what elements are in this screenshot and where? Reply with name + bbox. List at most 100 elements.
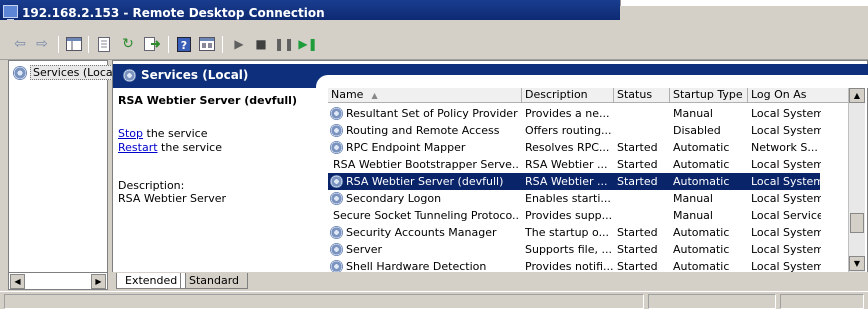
- service-name: Secondary Logon: [346, 192, 442, 205]
- service-description-cell: Provides supp...: [525, 209, 613, 222]
- scroll-down-icon[interactable]: ▼: [849, 256, 865, 271]
- title-bar-background: [620, 0, 868, 6]
- start-service-icon[interactable]: ▶: [229, 35, 249, 53]
- toolbar-separator: [222, 36, 223, 53]
- service-gear-icon: [330, 243, 343, 256]
- service-name-cell: Security Accounts Manager: [330, 224, 520, 241]
- description-text: RSA Webtier Server: [118, 192, 227, 205]
- service-status-cell: Started: [617, 175, 658, 188]
- service-startup-cell: Automatic: [673, 175, 730, 188]
- column-header-name[interactable]: Name ▲: [328, 88, 522, 103]
- service-name: Server: [346, 243, 383, 256]
- service-name-cell: RSA Webtier Bootstrapper Serve...: [330, 156, 520, 173]
- toolbar-separator: [168, 36, 169, 53]
- service-gear-icon: [330, 226, 343, 239]
- properties-icon[interactable]: [94, 35, 114, 53]
- table-row[interactable]: Security Accounts Manager The startup o..…: [328, 224, 821, 241]
- export-list-icon[interactable]: [142, 35, 162, 53]
- service-description-cell: RSA Webtier ...: [525, 175, 608, 188]
- action-pane-icon[interactable]: [197, 35, 217, 53]
- tab-extended[interactable]: Extended: [116, 273, 187, 289]
- service-startup-cell: Manual: [673, 107, 713, 120]
- stop-service-link[interactable]: Stop: [118, 127, 143, 140]
- service-gear-icon: [330, 107, 343, 120]
- service-name: Resultant Set of Policy Provider: [346, 107, 518, 120]
- table-row[interactable]: Resultant Set of Policy Provider Provides…: [328, 105, 821, 122]
- status-cell: [4, 294, 644, 309]
- service-description-cell: Resolves RPC...: [525, 141, 610, 154]
- service-name: Secure Socket Tunneling Protoco...: [333, 209, 520, 222]
- scroll-thumb[interactable]: [850, 213, 864, 233]
- service-logon-cell: Local System: [751, 158, 821, 171]
- help-icon[interactable]: ?: [174, 35, 194, 53]
- table-row[interactable]: Secondary Logon Enables starti... Manual Lo…: [328, 190, 821, 207]
- service-logon-cell: Local System: [751, 226, 821, 239]
- service-description-cell: RSA Webtier ...: [525, 158, 608, 171]
- toolbar-separator: [88, 36, 89, 53]
- sort-ascending-icon: ▲: [371, 91, 378, 100]
- service-startup-cell: Automatic: [673, 158, 730, 171]
- refresh-icon[interactable]: ↻: [118, 35, 138, 53]
- service-logon-cell: Local System: [751, 107, 821, 120]
- table-row[interactable]: RSA Webtier Server (devfull) RSA Webtier …: [328, 173, 821, 190]
- restart-service-icon[interactable]: ▶❚: [298, 35, 318, 53]
- services-header-gear-icon: [123, 68, 136, 82]
- service-status-cell: Started: [617, 141, 658, 154]
- service-name-cell: Secondary Logon: [330, 190, 520, 207]
- list-vertical-scrollbar[interactable]: ▲ ▼: [848, 88, 865, 272]
- forward-arrow-icon[interactable]: ⇨: [32, 35, 52, 53]
- table-row[interactable]: Server Supports file, ... Started Automatic…: [328, 241, 821, 258]
- table-row[interactable]: Secure Socket Tunneling Protoco... Provid…: [328, 207, 821, 224]
- service-status-cell: Started: [617, 226, 658, 239]
- tab-standard[interactable]: Standard: [180, 273, 249, 289]
- restart-service-link[interactable]: Restart: [118, 141, 158, 154]
- service-name: Security Accounts Manager: [346, 226, 497, 239]
- scroll-right-icon[interactable]: ▶: [91, 274, 106, 289]
- description-label: Description:: [118, 179, 185, 192]
- pause-service-icon[interactable]: ❚❚: [274, 35, 294, 53]
- stop-action: Stop the service: [118, 127, 318, 140]
- service-name-cell: Routing and Remote Access: [330, 122, 520, 139]
- service-name-cell: Secure Socket Tunneling Protoco...: [330, 207, 520, 224]
- menu-bar: [0, 20, 868, 28]
- service-logon-cell: Network S...: [751, 141, 818, 154]
- service-name-cell: RSA Webtier Server (devfull): [330, 173, 520, 190]
- table-row[interactable]: RSA Webtier Bootstrapper Serve... RSA Web…: [328, 156, 821, 173]
- column-header-log-on-as[interactable]: Log On As: [748, 88, 851, 103]
- service-name-cell: RPC Endpoint Mapper: [330, 139, 520, 156]
- service-detail-panel: RSA Webtier Server (devfull) Stop the se…: [118, 94, 318, 205]
- column-header-description[interactable]: Description: [522, 88, 614, 103]
- service-description-cell: Enables starti...: [525, 192, 611, 205]
- services-pane: Services (Local) RSA Webtier Server (dev…: [112, 60, 868, 290]
- tree-horizontal-scrollbar[interactable]: ◀ ▶: [8, 272, 108, 290]
- column-header-status[interactable]: Status: [614, 88, 670, 103]
- table-row[interactable]: Routing and Remote Access Offers routing.…: [328, 122, 821, 139]
- stop-service-suffix: the service: [143, 127, 208, 140]
- column-header-name-label: Name: [331, 88, 364, 101]
- service-logon-cell: Local System: [751, 175, 821, 188]
- status-cell: [780, 294, 864, 309]
- toolbar-separator: [58, 36, 59, 53]
- show-hide-tree-icon[interactable]: [64, 35, 84, 53]
- scroll-left-icon[interactable]: ◀: [10, 274, 25, 289]
- service-gear-icon: [330, 192, 343, 205]
- column-header-startup-type[interactable]: Startup Type: [670, 88, 748, 103]
- back-arrow-icon[interactable]: ⇦: [10, 35, 30, 53]
- restart-action: Restart the service: [118, 141, 318, 154]
- service-gear-icon: [330, 175, 343, 188]
- service-gear-icon: [330, 141, 343, 154]
- service-startup-cell: Manual: [673, 192, 713, 205]
- window-title: 192.168.2.153 - Remote Desktop Connectio…: [22, 6, 325, 20]
- tree-item-services-local[interactable]: Services (Local): [13, 65, 123, 80]
- service-startup-cell: Manual: [673, 209, 713, 222]
- selected-service-name: RSA Webtier Server (devfull): [118, 94, 297, 107]
- service-startup-cell: Automatic: [673, 141, 730, 154]
- service-name: RPC Endpoint Mapper: [346, 141, 466, 154]
- view-tabs: Extended Standard: [112, 272, 868, 290]
- service-startup-cell: Automatic: [673, 226, 730, 239]
- service-gear-icon: [330, 124, 343, 137]
- scroll-up-icon[interactable]: ▲: [849, 88, 865, 103]
- table-row[interactable]: RPC Endpoint Mapper Resolves RPC... Starte…: [328, 139, 820, 156]
- service-startup-cell: Automatic: [673, 243, 730, 256]
- stop-service-icon[interactable]: ■: [251, 35, 271, 53]
